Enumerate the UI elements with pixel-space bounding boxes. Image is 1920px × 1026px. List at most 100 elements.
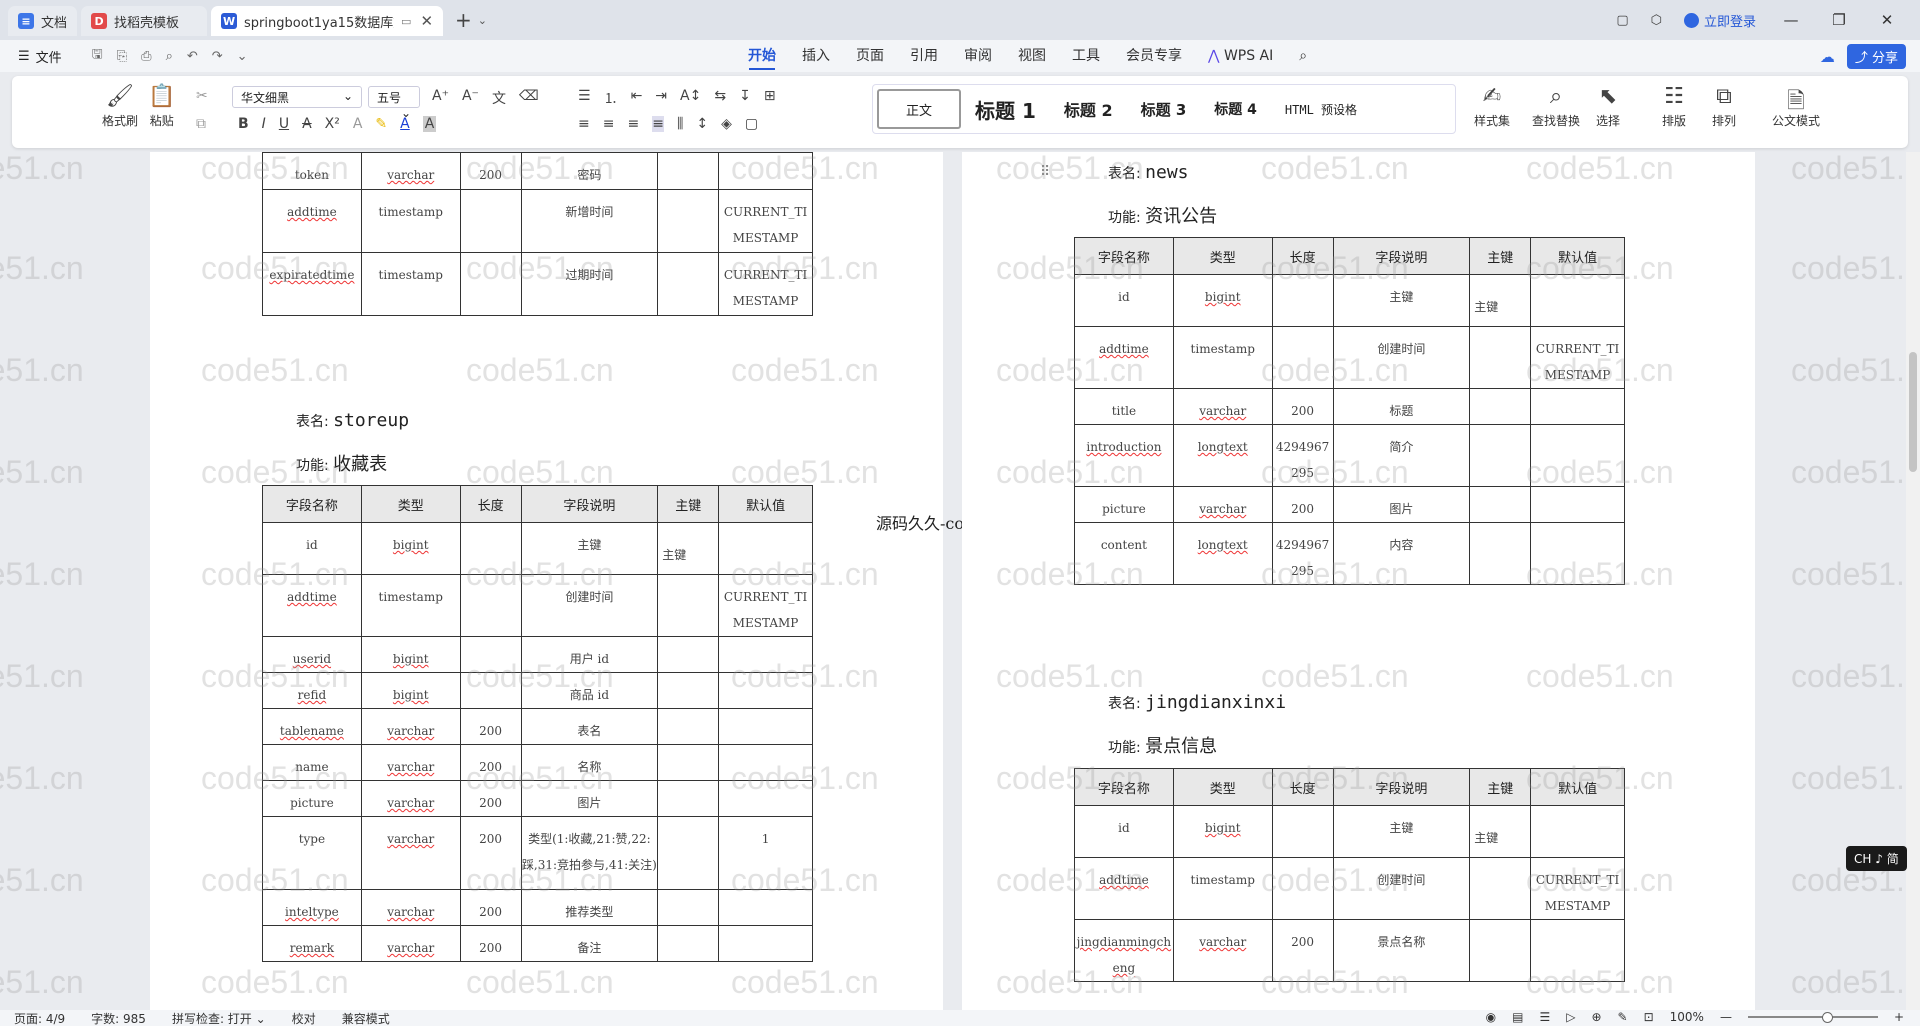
arrange-button[interactable]: ⧉ 排列 [1712, 84, 1736, 129]
chevron-down-icon[interactable]: ⌄ [478, 14, 487, 27]
window-icon[interactable]: ▢ [1616, 13, 1628, 28]
style-heading-4[interactable]: 标题 4 [1200, 99, 1271, 119]
highlight-icon[interactable]: ✎ [375, 116, 387, 132]
underline-icon[interactable]: U [279, 116, 289, 132]
text-direction-icon[interactable]: A↕ [680, 88, 701, 108]
web-view-icon[interactable]: ⊕ [1591, 1010, 1601, 1024]
menu-view[interactable]: 视图 [1005, 40, 1059, 72]
cube-icon[interactable]: ⬡ [1651, 13, 1662, 28]
style-heading-3[interactable]: 标题 3 [1127, 99, 1201, 120]
proofread-button[interactable]: 校对 [292, 1010, 316, 1026]
close-icon[interactable]: ✕ [420, 12, 433, 30]
menu-page[interactable]: 页面 [843, 40, 897, 72]
align-left-icon[interactable]: ≡ [578, 116, 590, 132]
print-icon[interactable]: ⎙ [141, 49, 151, 64]
page-view-icon[interactable]: ▤ [1512, 1010, 1523, 1024]
tab-docer[interactable]: D 找稻壳模板 [81, 6, 208, 36]
line-spacing-icon[interactable]: ↕ [696, 116, 708, 132]
find-replace-button[interactable]: ⌕ 查找替换 [1532, 84, 1580, 129]
select-button[interactable]: ⬉ 选择 [1596, 84, 1620, 129]
share-button[interactable]: ⤴ 分享 [1846, 44, 1906, 69]
clear-format-icon[interactable]: ⌫ [519, 88, 539, 108]
outline-view-icon[interactable]: ☰ [1539, 1010, 1550, 1024]
convert-icon[interactable]: ⇆ [714, 88, 726, 108]
menu-reference[interactable]: 引用 [897, 40, 951, 72]
save-icon[interactable]: 🖫 [92, 45, 103, 67]
redo-icon[interactable]: ↷ [212, 49, 223, 64]
font-color-icon[interactable]: A [400, 116, 410, 132]
word-count[interactable]: 字数: 985 [91, 1010, 146, 1026]
new-tab-icon[interactable]: + [455, 8, 472, 32]
close-window-button[interactable]: ✕ [1874, 11, 1900, 29]
zoom-slider[interactable] [1747, 1012, 1878, 1023]
paste-button[interactable]: 📋 粘贴 [148, 84, 175, 129]
menu-tools[interactable]: 工具 [1059, 40, 1113, 72]
fit-icon[interactable]: ⊡ [1644, 1010, 1654, 1024]
layout-button[interactable]: ☷ 排版 [1662, 84, 1686, 129]
bullets-icon[interactable]: ☰ [578, 88, 591, 108]
pen-icon[interactable]: ✎ [1618, 1010, 1628, 1024]
font-name-select[interactable]: 华文细黑 ⌄ [232, 86, 362, 108]
more-icon[interactable]: ⌄ [237, 49, 248, 64]
strikethrough-icon[interactable]: A [302, 116, 312, 132]
phonetic-icon[interactable]: 文 [492, 88, 506, 108]
menu-home[interactable]: 开始 [735, 40, 789, 72]
tab-document[interactable]: W springboot1ya15数据库文档 ▭ ✕ [211, 6, 444, 36]
increase-indent-icon[interactable]: ⇥ [655, 88, 667, 108]
minimize-button[interactable]: — [1778, 11, 1804, 29]
cut-icon[interactable]: ✂ [196, 88, 208, 104]
official-mode-button[interactable]: 🗎 公文模式 [1772, 84, 1820, 129]
restore-button[interactable]: ❐ [1826, 11, 1852, 29]
font-size-select[interactable]: 五号 ⌄ [368, 86, 420, 120]
file-menu[interactable]: ☰ 文件 [0, 47, 62, 66]
style-heading-2[interactable]: 标题 2 [1050, 97, 1127, 121]
play-icon[interactable]: ▷ [1566, 1010, 1575, 1024]
export-icon[interactable]: ⎘ [117, 49, 127, 64]
style-html-preset[interactable]: HTML 预设格 [1271, 101, 1371, 118]
vertical-scrollbar[interactable] [1906, 152, 1920, 1010]
cloud-icon[interactable]: ☁ [1820, 48, 1835, 66]
bold-icon[interactable]: B [238, 116, 249, 132]
distributed-icon[interactable]: ⫼ [677, 116, 683, 132]
justify-icon[interactable]: ≡ [652, 116, 664, 132]
align-right-icon[interactable]: ≡ [627, 116, 639, 132]
eye-icon[interactable]: ◉ [1486, 1010, 1496, 1024]
decrease-indent-icon[interactable]: ⇤ [631, 88, 643, 108]
style-set-button[interactable]: ✍ 样式集 [1474, 84, 1510, 129]
zoom-out-icon[interactable]: — [1720, 1010, 1732, 1024]
tab-docs[interactable]: ≡ 文档 [8, 6, 78, 36]
search-icon[interactable]: ⌕ [1286, 40, 1320, 72]
align-center-icon[interactable]: ≡ [603, 116, 615, 132]
border-icon[interactable]: ▢ [745, 116, 758, 132]
numbering-icon[interactable]: ⒈ [604, 88, 618, 108]
format-painter-button[interactable]: 🖌 格式刷 [102, 84, 138, 129]
preview-icon[interactable]: ⌕ [166, 49, 173, 64]
copy-icon[interactable]: ⧉ [196, 116, 206, 132]
grow-font-icon[interactable]: A⁺ [432, 88, 449, 108]
drag-handle-icon[interactable]: ⠿ [1040, 164, 1050, 180]
document-workspace[interactable]: token varchar 200 密码 addtime timestamp 新… [0, 152, 1920, 1010]
italic-icon[interactable]: I [262, 116, 266, 132]
shrink-font-icon[interactable]: A⁻ [462, 88, 479, 108]
zoom-level[interactable]: 100% [1670, 1010, 1704, 1024]
sort-icon[interactable]: ↧ [739, 88, 751, 108]
menu-insert[interactable]: 插入 [789, 40, 843, 72]
spell-check[interactable]: 拼写检查: 打开 ⌄ [172, 1010, 266, 1026]
table-icon[interactable]: ⊞ [764, 88, 776, 108]
menu-wps-ai[interactable]: ⋀ WPS AI [1195, 40, 1286, 72]
superscript-icon[interactable]: X² [325, 116, 340, 132]
char-shading-icon[interactable]: A [422, 116, 437, 132]
ime-indicator[interactable]: CH ♪ 简 [1846, 846, 1907, 871]
shading-icon[interactable]: ◈ [721, 116, 732, 132]
monitor-icon[interactable]: ▭ [401, 15, 411, 28]
page-indicator[interactable]: 页面: 4/9 [14, 1010, 65, 1026]
login-link[interactable]: 立即登录 [1683, 11, 1756, 30]
undo-icon[interactable]: ↶ [187, 49, 198, 64]
zoom-in-icon[interactable]: + [1894, 1010, 1904, 1024]
menu-member[interactable]: 会员专享 [1113, 40, 1195, 72]
menu-review[interactable]: 审阅 [951, 40, 1005, 72]
style-heading-1[interactable]: 标题 1 [961, 95, 1050, 124]
style-normal[interactable]: 正文 [877, 89, 961, 129]
text-effect-icon[interactable]: A [353, 116, 363, 132]
scroll-thumb[interactable] [1909, 352, 1917, 472]
